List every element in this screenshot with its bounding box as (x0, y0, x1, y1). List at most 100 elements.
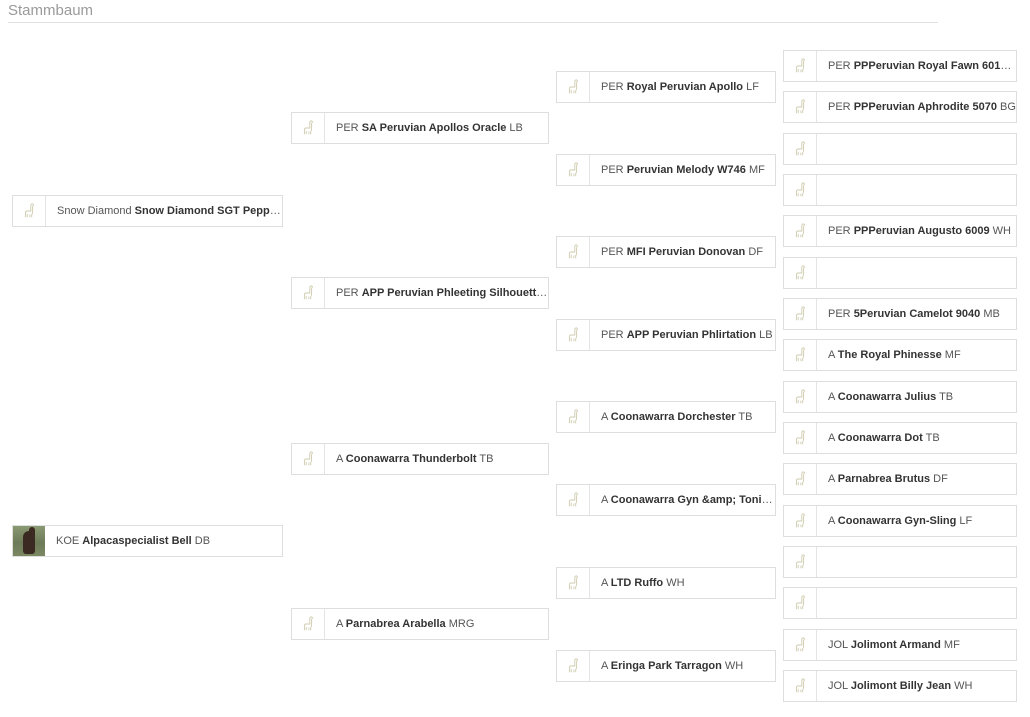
animal-label: A LTD Ruffo WH (590, 568, 775, 598)
pedigree-card-gen3[interactable]: A LTD Ruffo WH (556, 567, 776, 599)
animal-name: Peruvian Melody W746 (626, 164, 746, 176)
alpaca-placeholder-icon (292, 444, 325, 474)
color-code: MF (941, 349, 961, 361)
color-code: BG (996, 101, 1016, 113)
pedigree-card-gen4[interactable]: PER PPPeruvian Royal Fawn 6014 MF (783, 50, 1017, 82)
animal-label: A Parnabrea Arabella MRG (325, 609, 548, 639)
alpaca-placeholder-icon (784, 382, 817, 412)
pedigree-card-gen3[interactable]: PER MFI Peruvian Donovan DF (556, 236, 776, 268)
alpaca-outline-icon (568, 244, 579, 259)
animal-name: Royal Peruvian Apollo (626, 81, 744, 93)
animal-label: PER APP Peruvian Phleeting Silhouette DF (325, 278, 548, 308)
animal-label: A Coonawarra Gyn &amp; Tonic TB (590, 485, 775, 515)
animal-label: PER 5Peruvian Camelot 9040 MB (817, 299, 1016, 329)
pedigree-card-gen4[interactable]: A Coonawarra Gyn-Sling LF (783, 505, 1017, 537)
pedigree-card-gen2[interactable]: A Parnabrea Arabella MRG (291, 608, 549, 640)
animal-label: JOL Jolimont Billy Jean WH (817, 671, 1016, 701)
animal-label: A Coonawarra Julius TB (817, 382, 1016, 412)
pedigree-card-gen4[interactable]: PER PPPeruvian Aphrodite 5070 BG (783, 91, 1017, 123)
herd-prefix: JOL (828, 639, 851, 651)
alpaca-placeholder-icon (557, 402, 590, 432)
color-code: WH (951, 680, 973, 692)
pedigree-card-gen3[interactable]: A Eringa Park Tarragon WH (556, 650, 776, 682)
pedigree-card-gen3[interactable]: PER APP Peruvian Phlirtation LB (556, 319, 776, 351)
pedigree-card-gen3[interactable]: PER Peruvian Melody W746 MF (556, 154, 776, 186)
herd-prefix: PER (601, 246, 627, 258)
alpaca-placeholder-icon (784, 588, 817, 618)
alpaca-placeholder-icon (784, 423, 817, 453)
animal-name: Jolimont Billy Jean (850, 680, 952, 692)
animal-name: PPPeruvian Augusto 6009 (853, 225, 990, 237)
pedigree-card-gen2[interactable]: PER APP Peruvian Phleeting Silhouette DF (291, 277, 549, 309)
animal-label: PER Peruvian Melody W746 MF (590, 155, 775, 185)
alpaca-outline-icon (303, 451, 314, 466)
color-code: WH (663, 577, 685, 589)
alpaca-outline-icon (568, 409, 579, 424)
animal-label: PER MFI Peruvian Donovan DF (590, 237, 775, 267)
herd-prefix: A (601, 577, 611, 589)
alpaca-placeholder-icon (557, 568, 590, 598)
pedigree-card-gen4[interactable]: PER 5Peruvian Camelot 9040 MB (783, 298, 1017, 330)
animal-name: Coonawarra Thunderbolt (345, 453, 477, 465)
color-code: DB (191, 535, 211, 547)
pedigree-card-gen2[interactable]: A Coonawarra Thunderbolt TB (291, 443, 549, 475)
alpaca-outline-icon (795, 389, 806, 404)
herd-prefix: PER (601, 81, 627, 93)
animal-name: PPPeruvian Aphrodite 5070 (853, 101, 997, 113)
pedigree-card-gen4[interactable]: A Parnabrea Brutus DF (783, 463, 1017, 495)
animal-name: Eringa Park Tarragon (610, 660, 722, 672)
animal-name: PPPeruvian Royal Fawn 6014 (853, 60, 1007, 72)
herd-prefix: A (828, 391, 838, 403)
color-code: TB (936, 391, 954, 403)
pedigree-card-empty[interactable] (783, 546, 1017, 578)
pedigree-card-empty[interactable] (783, 133, 1017, 165)
animal-name: Coonawarra Gyn &amp; Tonic (610, 494, 768, 506)
color-code: TB (735, 411, 753, 423)
alpaca-placeholder-icon (784, 175, 817, 205)
color-code: TB (476, 453, 494, 465)
herd-prefix: A (336, 618, 346, 630)
alpaca-outline-icon (795, 471, 806, 486)
animal-label: PER APP Peruvian Phlirtation LB (590, 320, 775, 350)
alpaca-placeholder-icon (784, 547, 817, 577)
color-code: WH (989, 225, 1011, 237)
pedigree-card-empty[interactable] (783, 257, 1017, 289)
pedigree-card-gen3[interactable]: A Coonawarra Dorchester TB (556, 401, 776, 433)
alpaca-outline-icon (795, 182, 806, 197)
pedigree-card-gen4[interactable]: PER PPPeruvian Augusto 6009 WH (783, 215, 1017, 247)
pedigree-card-gen2[interactable]: PER SA Peruvian Apollos Oracle LB (291, 112, 549, 144)
pedigree-card-gen1[interactable]: KOE Alpacaspecialist Bell DB (12, 525, 283, 557)
animal-label: A Parnabrea Brutus DF (817, 464, 1016, 494)
animal-name: Parnabrea Arabella (345, 618, 446, 630)
herd-prefix: PER (336, 122, 362, 134)
herd-prefix: A (828, 473, 838, 485)
alpaca-placeholder-icon (784, 92, 817, 122)
alpaca-outline-icon (568, 79, 579, 94)
animal-name: SA Peruvian Apollos Oracle (361, 122, 507, 134)
alpaca-outline-icon (303, 616, 314, 631)
pedigree-card-gen4[interactable]: A The Royal Phinesse MF (783, 339, 1017, 371)
pedigree-card-gen4[interactable]: A Coonawarra Julius TB (783, 381, 1017, 413)
alpaca-placeholder-icon (13, 196, 46, 226)
pedigree-card-gen4[interactable]: A Coonawarra Dot TB (783, 422, 1017, 454)
pedigree-card-gen1[interactable]: Snow Diamond Snow Diamond SGT Pepper ... (12, 195, 283, 227)
herd-prefix: A (601, 660, 611, 672)
alpaca-placeholder-icon (557, 72, 590, 102)
animal-label: KOE Alpacaspecialist Bell DB (45, 526, 282, 556)
pedigree-card-gen4[interactable]: JOL Jolimont Billy Jean WH (783, 670, 1017, 702)
alpaca-placeholder-icon (557, 651, 590, 681)
pedigree-card-empty[interactable] (783, 174, 1017, 206)
alpaca-outline-icon (795, 513, 806, 528)
pedigree-card-gen4[interactable]: JOL Jolimont Armand MF (783, 629, 1017, 661)
alpaca-placeholder-icon (784, 340, 817, 370)
color-code: WH (721, 660, 744, 672)
pedigree-card-gen3[interactable]: A Coonawarra Gyn &amp; Tonic TB (556, 484, 776, 516)
animal-name: Coonawarra Dorchester (610, 411, 736, 423)
pedigree-card-gen3[interactable]: PER Royal Peruvian Apollo LF (556, 71, 776, 103)
animal-name: MFI Peruvian Donovan (626, 246, 746, 258)
herd-prefix: PER (828, 60, 854, 72)
animal-name: Coonawarra Gyn-Sling (837, 515, 957, 527)
pedigree-card-empty[interactable] (783, 587, 1017, 619)
alpaca-outline-icon (795, 223, 806, 238)
herd-prefix: KOE (56, 535, 83, 547)
